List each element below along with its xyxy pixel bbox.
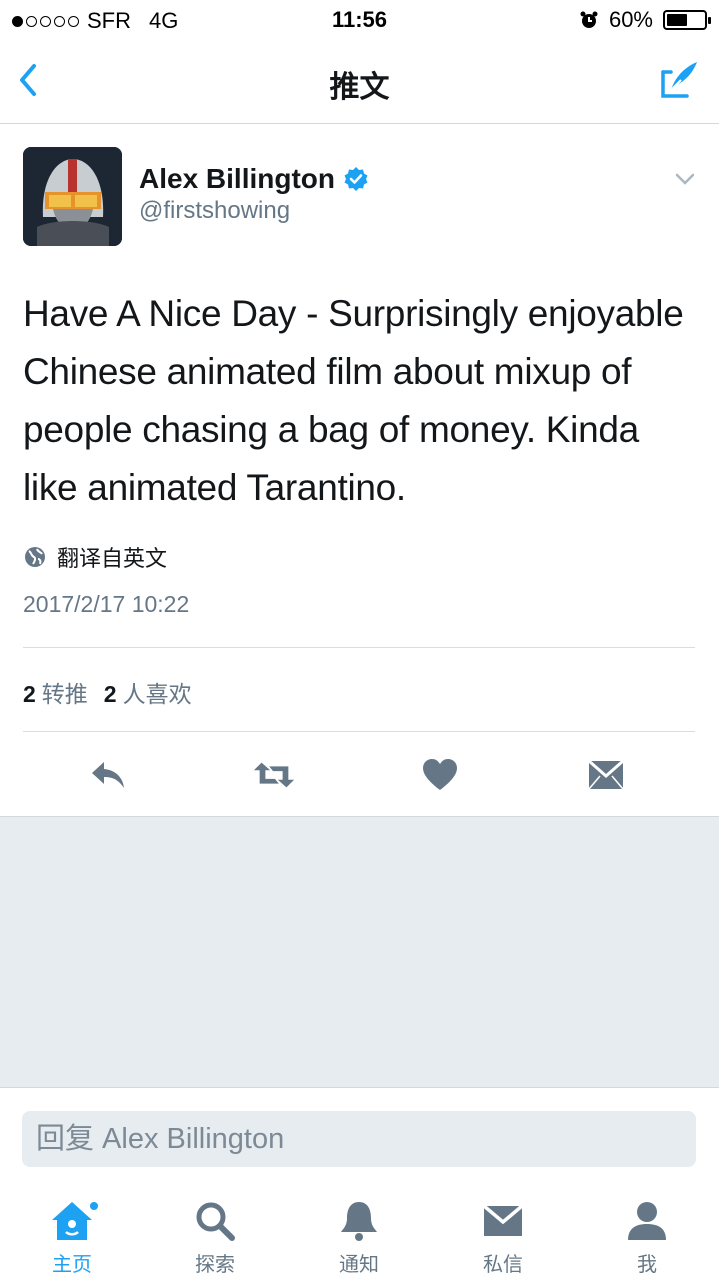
verified-badge-icon <box>344 167 368 191</box>
author-handle[interactable]: @firstshowing <box>139 197 290 225</box>
replies-area <box>0 816 719 1088</box>
globe-icon <box>25 547 45 567</box>
retweet-stat-label: 转推 <box>41 681 88 707</box>
bell-icon <box>341 1202 377 1241</box>
alarm-clock-icon <box>580 11 598 28</box>
tab-label: 主页 <box>52 1254 92 1276</box>
status-bar: SFR 4G 11:56 60% <box>0 0 719 40</box>
direct-message-button[interactable] <box>584 753 628 797</box>
author-name-text: Alex Billington <box>139 163 335 194</box>
envelope-icon <box>588 759 624 790</box>
retweet-button[interactable] <box>252 753 296 797</box>
divider <box>23 647 695 648</box>
profile-icon <box>628 1202 666 1240</box>
tweet-actions <box>0 753 719 803</box>
tweet-text: Have A Nice Day - Surprisingly enjoyable… <box>23 293 684 508</box>
translate-link[interactable]: 翻译自英文 <box>23 541 167 573</box>
compose-button[interactable] <box>657 58 701 102</box>
like-stat[interactable]: 2 人喜欢 <box>104 675 192 709</box>
new-content-dot <box>88 1200 100 1212</box>
navigation-bar: 推文 <box>0 40 719 124</box>
search-icon <box>196 1202 235 1241</box>
compose-tweet-icon <box>661 62 697 98</box>
tweet-options-button[interactable] <box>673 167 697 191</box>
retweet-icon <box>253 762 295 788</box>
tab-notifications[interactable]: 通知 <box>309 1198 409 1278</box>
battery-icon <box>663 10 711 30</box>
author-name[interactable]: Alex Billington <box>139 163 369 195</box>
tab-label: 私信 <box>483 1254 523 1276</box>
avatar[interactable] <box>23 147 122 246</box>
tweet-timestamp: 2017/2/17 10:22 <box>23 591 190 617</box>
tab-label: 探索 <box>195 1254 235 1276</box>
tab-label: 我 <box>637 1254 657 1276</box>
tab-messages[interactable]: 私信 <box>453 1198 553 1278</box>
tweet-stats: 2 转推 2 人喜欢 <box>23 675 192 709</box>
divider <box>23 731 695 732</box>
translate-label: 翻译自英文 <box>57 546 168 571</box>
like-stat-label: 人喜欢 <box>122 681 192 707</box>
status-right: 60% <box>579 7 711 33</box>
heart-icon <box>423 759 457 790</box>
tab-bar: 主页 探索 通知 私信 我 <box>0 1190 719 1280</box>
reply-button[interactable] <box>86 753 130 797</box>
chevron-down-icon <box>675 173 695 185</box>
like-button[interactable] <box>418 753 462 797</box>
retweet-stat[interactable]: 2 转推 <box>23 675 88 709</box>
envelope-icon <box>482 1204 524 1236</box>
retweet-count: 2 <box>23 681 36 707</box>
tab-profile[interactable]: 我 <box>597 1198 697 1278</box>
reply-icon <box>92 762 124 788</box>
reply-bar <box>0 1089 719 1185</box>
like-count: 2 <box>103 681 117 707</box>
reply-input[interactable] <box>22 1111 696 1167</box>
tab-explore[interactable]: 探索 <box>165 1198 265 1278</box>
tab-home[interactable]: 主页 <box>22 1198 122 1278</box>
tweet-detail: Alex Billington @firstshowing Have A Nic… <box>0 125 719 815</box>
tab-label: 通知 <box>339 1254 379 1276</box>
page-title: 推文 <box>329 71 390 104</box>
battery-percent: 60% <box>608 7 653 32</box>
avatar-image <box>23 147 122 246</box>
